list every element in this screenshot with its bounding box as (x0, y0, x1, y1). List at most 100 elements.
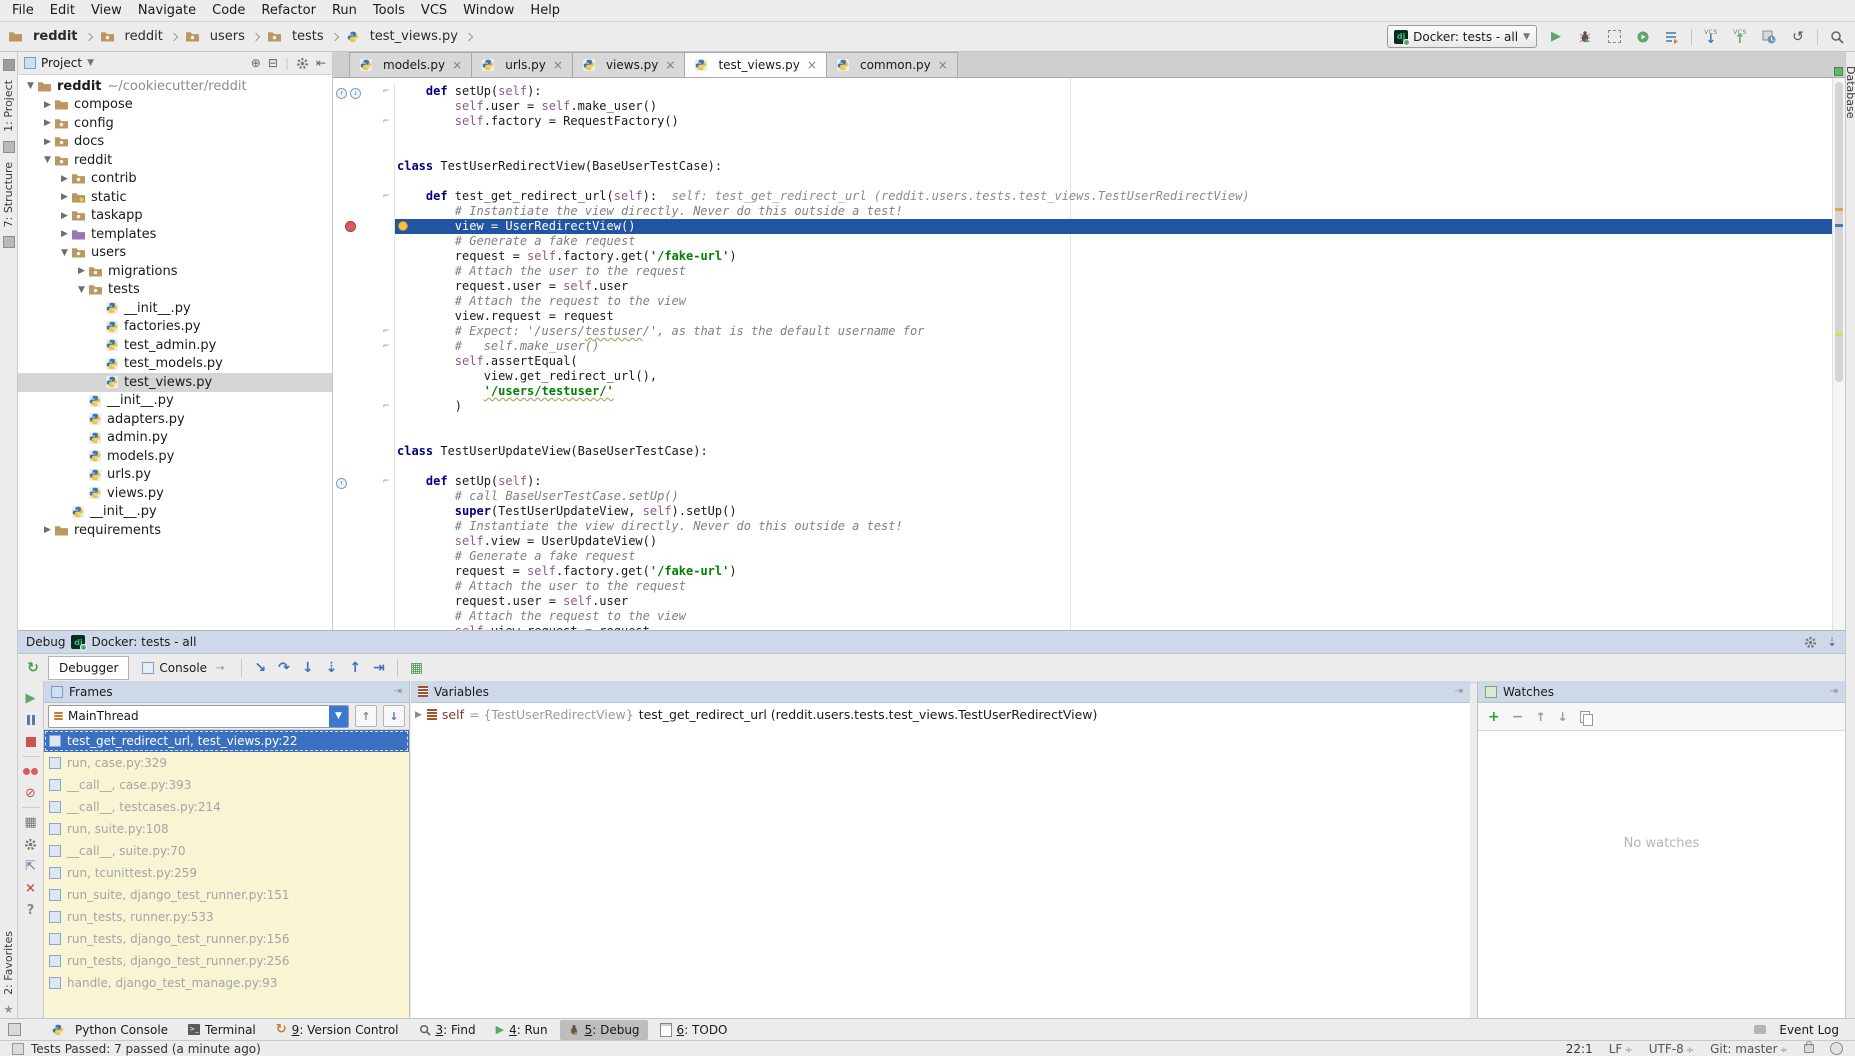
debug-tab-console[interactable]: Console→ (131, 656, 235, 680)
tree-collapsed-icon[interactable]: ▶ (41, 137, 54, 147)
chevron-down-icon[interactable]: ▼ (87, 58, 94, 68)
code-line[interactable]: ↑⌐ def setUp(self): (333, 474, 1833, 489)
gutter[interactable] (333, 609, 395, 624)
add-watch-button[interactable]: + (1488, 709, 1500, 725)
code-editor[interactable]: ↑↓⌐ def setUp(self): self.user = self.ma… (333, 78, 1845, 630)
code-line[interactable]: view.get_redirect_url(), (333, 369, 1833, 384)
tree-item-static[interactable]: ▶static (18, 188, 332, 207)
code-line[interactable]: self.user = self.make_user() (333, 99, 1833, 114)
tree-item-adapters-py[interactable]: adapters.py (18, 410, 332, 429)
stripe-favorites-button[interactable]: 2: Favorites (2, 931, 15, 995)
gutter[interactable] (333, 99, 395, 114)
frame-row-5[interactable]: __call__, suite.py:70 (44, 840, 409, 862)
code-line[interactable]: request.user = self.user (333, 279, 1833, 294)
editor-scrollbar[interactable] (1832, 78, 1845, 630)
code-line[interactable]: request = self.factory.get('/fake-url') (333, 564, 1833, 579)
chevron-down-icon[interactable]: ▼ (329, 706, 348, 727)
tree-item-test-views-py[interactable]: test_views.py (18, 373, 332, 392)
gutter[interactable] (333, 249, 395, 264)
float-panel-icon[interactable]: ⇥ (394, 686, 402, 697)
tree-item-migrations[interactable]: ▶migrations (18, 262, 332, 281)
code-line[interactable]: ⌐ ) (333, 399, 1833, 414)
tree-item-urls-py[interactable]: urls.py (18, 466, 332, 485)
tree-item-config[interactable]: ▶config (18, 114, 332, 133)
frame-row-7[interactable]: run_suite, django_test_runner.py:151 (44, 884, 409, 906)
gutter[interactable] (333, 444, 395, 459)
stripe-database-button[interactable]: Database (1844, 66, 1855, 119)
code-line[interactable]: super(TestUserUpdateView, self).setUp() (333, 504, 1833, 519)
gutter[interactable]: ⌐ (333, 114, 395, 129)
recent-changes-button[interactable] (1759, 27, 1779, 47)
debug-settings-button[interactable] (18, 833, 43, 855)
code-line[interactable]: # Instantiate the view directly. Never d… (333, 519, 1833, 534)
code-line[interactable] (333, 174, 1833, 189)
gutter[interactable] (333, 279, 395, 294)
frame-row-4[interactable]: run, suite.py:108 (44, 818, 409, 840)
editor-tab-urls-py[interactable]: urls.py× (471, 52, 573, 77)
toolwindow-button-find[interactable]: 3: Find (411, 1020, 484, 1040)
code-line[interactable]: request.user = self.user (333, 594, 1833, 609)
hide-toolwindow-button[interactable]: ⇣ (1827, 635, 1837, 649)
vcs-commit-button[interactable]: VCS↑ (1730, 27, 1750, 47)
breakpoint-icon[interactable] (345, 221, 356, 232)
code-line[interactable]: # Attach the request to the view (333, 294, 1833, 309)
code-line[interactable]: # Generate a fake request (333, 234, 1833, 249)
code-line[interactable] (333, 144, 1833, 159)
tree-item-docs[interactable]: ▶docs (18, 133, 332, 152)
locate-file-button[interactable]: ⊕ (251, 56, 261, 70)
toolwindow-button-event-log[interactable]: Event Log (1771, 1020, 1847, 1040)
caret-position[interactable]: 22:1 (1566, 1042, 1593, 1056)
build-button[interactable] (1662, 27, 1682, 47)
vcs-update-button[interactable]: VCS↓ (1701, 27, 1721, 47)
code-line[interactable]: ⌐ # Expect: '/users/testuser/', as that … (333, 324, 1833, 339)
toolwindow-button-python-console[interactable]: Python Console (43, 1020, 176, 1040)
gutter[interactable] (333, 174, 395, 189)
menu-item-window[interactable]: Window (455, 1, 522, 20)
stripe-project-button[interactable]: 1: Project (2, 80, 15, 132)
tree-collapsed-icon[interactable]: ▶ (41, 118, 54, 128)
code-line[interactable]: ⌐ def test_get_redirect_url(self): self:… (333, 189, 1833, 204)
code-line[interactable] (333, 129, 1833, 144)
exec-stripe-mark[interactable] (1835, 224, 1843, 227)
code-line[interactable] (333, 459, 1833, 474)
move-watch-down-button[interactable]: ↓ (1558, 710, 1568, 724)
frame-row-2[interactable]: __call__, case.py:393 (44, 774, 409, 796)
gutter[interactable] (333, 489, 395, 504)
encoding-select[interactable]: UTF-8 (1649, 1042, 1694, 1056)
code-line[interactable]: # Generate a fake request (333, 549, 1833, 564)
tree-item-init-py[interactable]: __init__.py (18, 392, 332, 411)
show-execution-point-button[interactable]: ↘ (254, 660, 266, 676)
resume-button[interactable]: ▶ (18, 687, 43, 709)
tree-collapsed-icon[interactable]: ▶ (41, 100, 54, 110)
tree-collapsed-icon[interactable]: ▶ (58, 211, 71, 221)
frame-row-3[interactable]: __call__, testcases.py:214 (44, 796, 409, 818)
menu-item-vcs[interactable]: VCS (413, 1, 455, 20)
gutter[interactable] (333, 384, 395, 399)
tree-item-contrib[interactable]: ▶contrib (18, 170, 332, 189)
code-line[interactable]: view.request = request (333, 309, 1833, 324)
code-line[interactable]: # Attach the user to the request (333, 264, 1833, 279)
breadcrumb-item-test-views-py[interactable]: test_views.py (346, 29, 458, 44)
gutter[interactable]: ⌐ (333, 399, 395, 414)
tree-item-test-models-py[interactable]: test_models.py (18, 355, 332, 374)
expand-arrow-icon[interactable]: ▶ (415, 710, 422, 720)
gutter[interactable] (333, 204, 395, 219)
variable-row[interactable]: ▶ self = {TestUserRedirectView} test_get… (415, 707, 1097, 722)
gutter[interactable] (333, 294, 395, 309)
gutter[interactable] (333, 519, 395, 534)
gutter[interactable]: ⌐ (333, 189, 395, 204)
frame-row-6[interactable]: run, tcunittest.py:259 (44, 862, 409, 884)
tree-collapsed-icon[interactable]: ▶ (58, 229, 71, 239)
debug-tab-debugger[interactable]: Debugger (48, 656, 129, 680)
frame-down-button[interactable]: ↓ (383, 705, 405, 727)
frame-row-0[interactable]: test_get_redirect_url, test_views.py:22 (44, 730, 409, 752)
tree-collapsed-icon[interactable]: ▶ (75, 266, 88, 276)
settings-gear-button[interactable] (296, 57, 309, 70)
hide-panel-button[interactable]: ⇤ (316, 56, 326, 70)
run-button[interactable]: ▶ (1546, 27, 1566, 47)
close-icon[interactable]: × (553, 58, 563, 72)
project-toolwindow-icon[interactable] (3, 59, 15, 71)
menu-item-help[interactable]: Help (522, 1, 568, 20)
frame-row-8[interactable]: run_tests, runner.py:533 (44, 906, 409, 928)
tree-expanded-icon[interactable]: ▼ (24, 81, 37, 91)
